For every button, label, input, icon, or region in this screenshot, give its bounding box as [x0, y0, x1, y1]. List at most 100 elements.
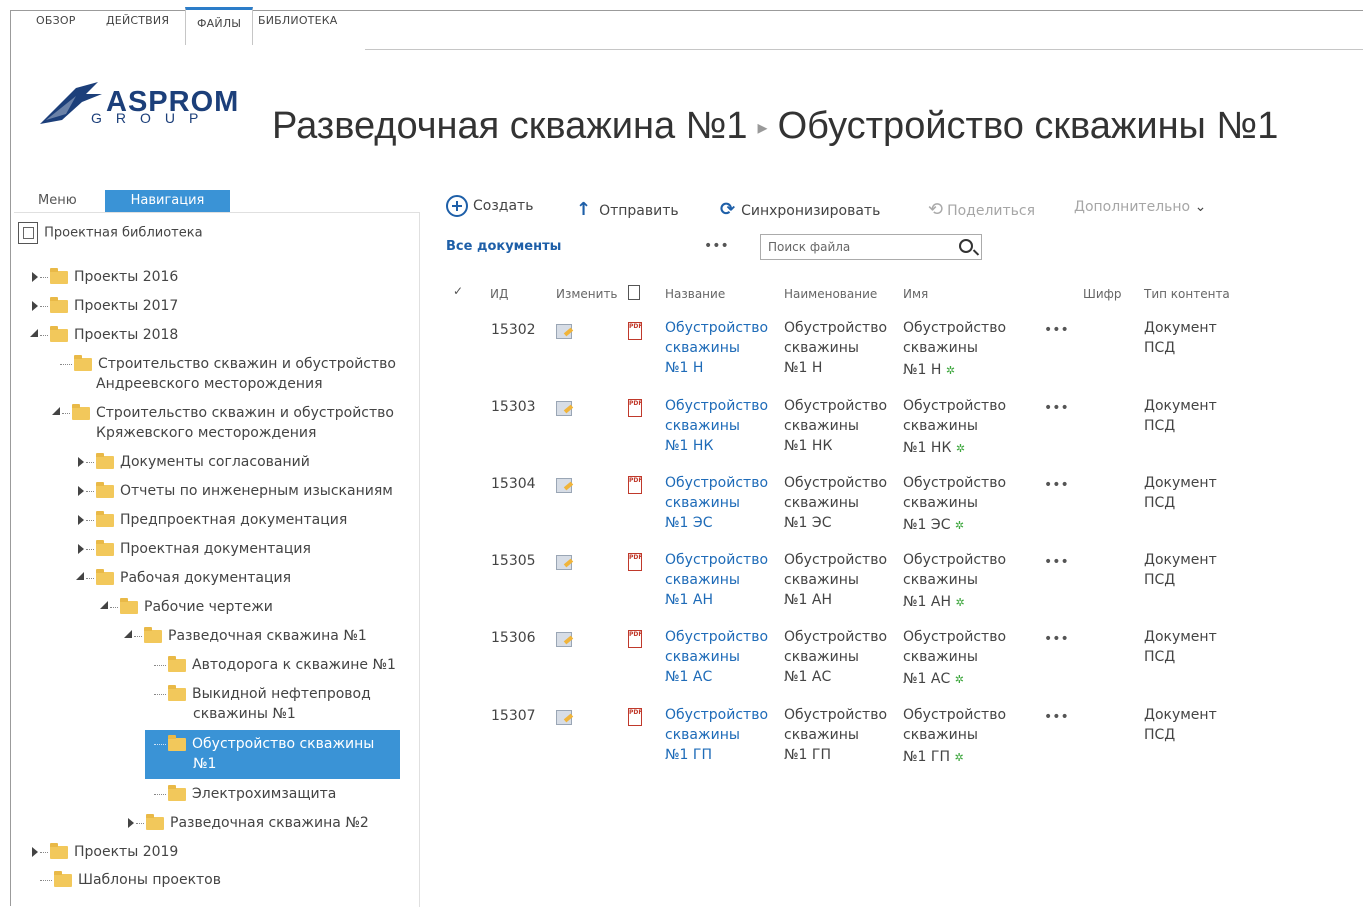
- folder-icon: [144, 626, 162, 643]
- tab-menu[interactable]: Меню: [38, 190, 77, 212]
- tab-actions[interactable]: ДЕЙСТВИЯ: [106, 14, 169, 27]
- share-label: Поделиться: [947, 203, 1036, 219]
- filename-link[interactable]: Обустройство скважины №1 АС ✲: [903, 627, 1006, 690]
- tab-files[interactable]: ФАЙЛЫ: [185, 7, 254, 45]
- upload-button[interactable]: ↑ Отправить: [576, 199, 679, 220]
- title-link[interactable]: Обустройство скважины №1 ЭС: [665, 473, 768, 533]
- expand-icon[interactable]: [128, 818, 134, 828]
- tree-item-approval-docs[interactable]: Документы согласований: [78, 452, 310, 472]
- tree-item-projects-2019[interactable]: Проекты 2019: [32, 842, 178, 862]
- tree-item-label: Проекты 2019: [74, 844, 179, 860]
- tab-navigation[interactable]: Навигация: [105, 190, 230, 212]
- folder-icon: [168, 655, 186, 672]
- library-icon: [18, 222, 38, 244]
- expand-icon[interactable]: [32, 847, 38, 857]
- tree-item-label: Обустройство скважины: [192, 736, 375, 752]
- search-input[interactable]: Поиск файла: [760, 234, 982, 260]
- breadcrumb-parent[interactable]: Разведочная скважина №1: [272, 105, 748, 147]
- edit-icon[interactable]: [556, 632, 572, 647]
- edit-icon[interactable]: [556, 710, 572, 725]
- tree-item-well-facility-selected[interactable]: Обустройство скважины: [154, 734, 374, 754]
- tree-item-kryazhevskoe[interactable]: Строительство скважин и обустройство: [52, 403, 394, 423]
- row-more-button[interactable]: •••: [1044, 400, 1069, 416]
- expand-icon[interactable]: [78, 486, 84, 496]
- select-all-checkbox[interactable]: ✓: [453, 284, 463, 298]
- column-header-content-type[interactable]: Тип контента: [1144, 287, 1230, 301]
- tree-item-survey-reports[interactable]: Отчеты по инженерным изысканиям: [78, 481, 393, 501]
- collapse-icon[interactable]: [30, 329, 38, 337]
- edit-icon[interactable]: [556, 401, 572, 416]
- row-more-button[interactable]: •••: [1044, 631, 1069, 647]
- title-link[interactable]: Обустройство скважины №1 АН: [665, 550, 768, 610]
- sync-button[interactable]: ⟳ Синхронизировать: [720, 199, 880, 220]
- title-link[interactable]: Обустройство скважины №1 АС: [665, 627, 768, 687]
- edit-icon[interactable]: [556, 555, 572, 570]
- row-more-button[interactable]: •••: [1044, 554, 1069, 570]
- column-header-cipher[interactable]: Шифр: [1083, 287, 1122, 301]
- row-more-button[interactable]: •••: [1044, 709, 1069, 725]
- content-type-cell: Документ ПСД: [1144, 552, 1217, 588]
- content-type-cell: Документ ПСД: [1144, 398, 1217, 434]
- tree-item-exploratory-well-2[interactable]: Разведочная скважина №2: [128, 813, 369, 833]
- edit-icon[interactable]: [556, 324, 572, 339]
- expand-icon[interactable]: [32, 272, 38, 282]
- tree-item-well-facility-line2: №1: [193, 756, 217, 772]
- more-button[interactable]: Дополнительно ⌄: [1074, 199, 1206, 215]
- row-more-button[interactable]: •••: [1044, 322, 1069, 338]
- tab-overview[interactable]: ОБЗОР: [36, 14, 76, 27]
- collapse-icon[interactable]: [100, 601, 108, 609]
- view-all-documents[interactable]: Все документы: [446, 239, 561, 254]
- filename-link[interactable]: Обустройство скважины №1 НК ✲: [903, 396, 1006, 459]
- tree-item-label: Шаблоны проектов: [78, 872, 222, 888]
- tree-item-projects-2016[interactable]: Проекты 2016: [32, 267, 178, 287]
- collapse-icon[interactable]: [76, 572, 84, 580]
- tree-item-pipeline[interactable]: Выкидной нефтепровод: [154, 684, 371, 704]
- share-button[interactable]: ⟲ Поделиться: [928, 199, 1035, 220]
- folder-icon: [96, 568, 114, 585]
- expand-icon[interactable]: [32, 301, 38, 311]
- tree-item-exploratory-well-1[interactable]: Разведочная скважина №1: [124, 626, 367, 646]
- collapse-icon[interactable]: [52, 407, 60, 415]
- title-link[interactable]: Обустройство скважины №1 ГП: [665, 705, 768, 765]
- collapse-icon[interactable]: [124, 630, 132, 638]
- tree-item-working-docs[interactable]: Рабочая документация: [76, 568, 291, 588]
- site-logo[interactable]: ASPROM GROUP: [36, 80, 251, 132]
- create-button[interactable]: Создать: [446, 195, 533, 217]
- column-header-title[interactable]: Название: [665, 287, 725, 301]
- tree-root-library[interactable]: Проектная библиотека: [18, 222, 203, 244]
- search-icon[interactable]: [959, 239, 973, 253]
- filename-link[interactable]: Обустройство скважины №1 АН ✲: [903, 550, 1006, 613]
- tree-item-preproject-docs[interactable]: Предпроектная документация: [78, 510, 347, 530]
- edit-icon[interactable]: [556, 478, 572, 493]
- title-link[interactable]: Обустройство скважины №1 Н: [665, 318, 768, 378]
- expand-icon[interactable]: [78, 457, 84, 467]
- tree-item-working-drawings[interactable]: Рабочие чертежи: [100, 597, 273, 617]
- views-more-button[interactable]: •••: [704, 238, 729, 254]
- tree-item-andreevskoe[interactable]: Строительство скважин и обустройство: [60, 354, 396, 374]
- tree-item-label: Отчеты по инженерным изысканиям: [120, 483, 393, 499]
- folder-icon: [168, 684, 186, 701]
- title-link[interactable]: Обустройство скважины №1 НК: [665, 396, 768, 456]
- column-header-edit[interactable]: Изменить: [556, 287, 618, 301]
- tree-item-road[interactable]: Автодорога к скважине №1: [154, 655, 396, 675]
- tree-item-label: Проектная документация: [120, 541, 311, 557]
- tree-item-project-docs[interactable]: Проектная документация: [78, 539, 311, 559]
- column-header-id[interactable]: ИД: [490, 287, 508, 301]
- row-more-button[interactable]: •••: [1044, 477, 1069, 493]
- logo-subtext: GROUP: [91, 110, 213, 126]
- filename-link[interactable]: Обустройство скважины №1 Н ✲: [903, 318, 1006, 381]
- column-header-name[interactable]: Наименование: [784, 287, 877, 301]
- tree-item-label: Рабочие чертежи: [144, 599, 273, 615]
- tab-library[interactable]: БИБЛИОТЕКА: [258, 14, 337, 27]
- filename-link[interactable]: Обустройство скважины №1 ГП ✲: [903, 705, 1006, 768]
- tree-item-projects-2018[interactable]: Проекты 2018: [30, 325, 178, 345]
- expand-icon[interactable]: [78, 544, 84, 554]
- filename-link[interactable]: Обустройство скважины №1 ЭС ✲: [903, 473, 1006, 536]
- more-label: Дополнительно: [1074, 199, 1191, 215]
- tree-item-projects-2017[interactable]: Проекты 2017: [32, 296, 178, 316]
- document-type-icon[interactable]: [628, 285, 640, 300]
- expand-icon[interactable]: [78, 515, 84, 525]
- tree-item-templates[interactable]: Шаблоны проектов: [40, 870, 221, 890]
- column-header-filename[interactable]: Имя: [903, 287, 928, 301]
- tree-item-electrochem[interactable]: Электрохимзащита: [154, 784, 336, 804]
